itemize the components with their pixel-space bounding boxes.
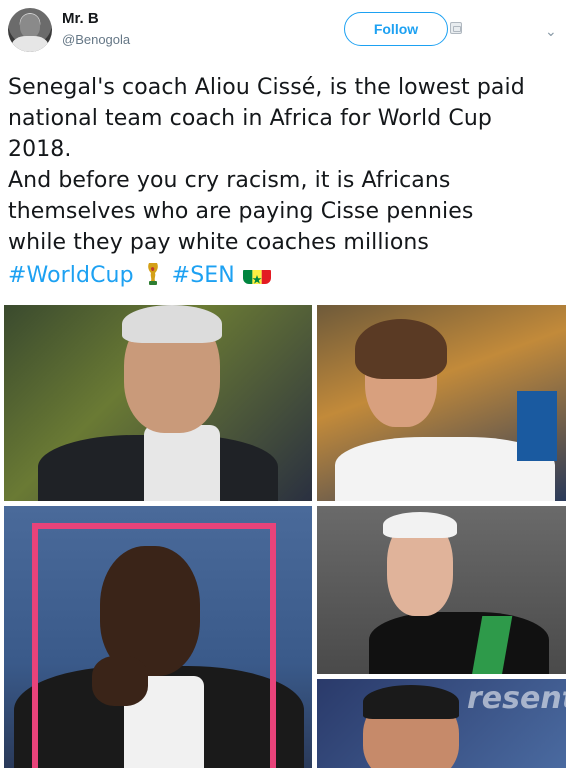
- photo-figure-hair: [383, 512, 457, 538]
- avatar-face: [20, 14, 40, 38]
- avatar-body: [12, 36, 48, 52]
- tweet-line: themselves who are paying Cisse pennies: [8, 199, 474, 224]
- follow-button[interactable]: Follow: [344, 12, 448, 46]
- tweet-media-grid[interactable]: resent: [4, 305, 566, 768]
- photo-coach-1[interactable]: [4, 305, 312, 501]
- tweet-line: national team coach in Africa for World …: [8, 106, 492, 131]
- hashtag-worldcup[interactable]: #WorldCup: [8, 263, 134, 288]
- tweet-line: 2018.: [8, 137, 72, 162]
- photo-coach-2[interactable]: [317, 305, 566, 501]
- chevron-down-icon[interactable]: ⌄: [545, 24, 559, 38]
- user-avatar[interactable]: [8, 8, 52, 52]
- photo-figure-hair: [122, 305, 222, 343]
- highlight-frame: [32, 523, 276, 768]
- tweet-header: Mr. B @Benogola Follow ⌄: [0, 0, 572, 62]
- photo-figure-hair: [363, 685, 459, 719]
- tweet-line: And before you cry racism, it is African…: [8, 168, 451, 193]
- hashtag-line: #WorldCup #SEN: [8, 258, 568, 291]
- photo-background-banner: [517, 391, 557, 461]
- tweet-line: while they pay white coaches millions: [8, 230, 429, 255]
- follow-card-icon: [450, 22, 462, 34]
- photo-coach-4[interactable]: [317, 506, 566, 674]
- photo-figure-torso: [369, 612, 549, 674]
- tweet-text: Senegal's coach Aliou Cissé, is the lowe…: [8, 72, 568, 291]
- hashtag-sen[interactable]: #SEN: [172, 263, 235, 288]
- author-display-name[interactable]: Mr. B: [62, 10, 99, 27]
- trophy-icon: [146, 262, 160, 286]
- tweet-line: Senegal's coach Aliou Cissé, is the lowe…: [8, 75, 525, 100]
- photo-figure-hair: [355, 319, 447, 379]
- author-handle[interactable]: @Benogola: [62, 32, 130, 47]
- photo-coach-5[interactable]: resent: [317, 679, 566, 768]
- photo-overlay-text: resent: [467, 681, 566, 716]
- senegal-flag-icon: [242, 266, 271, 284]
- photo-figure-shirt: [144, 425, 220, 501]
